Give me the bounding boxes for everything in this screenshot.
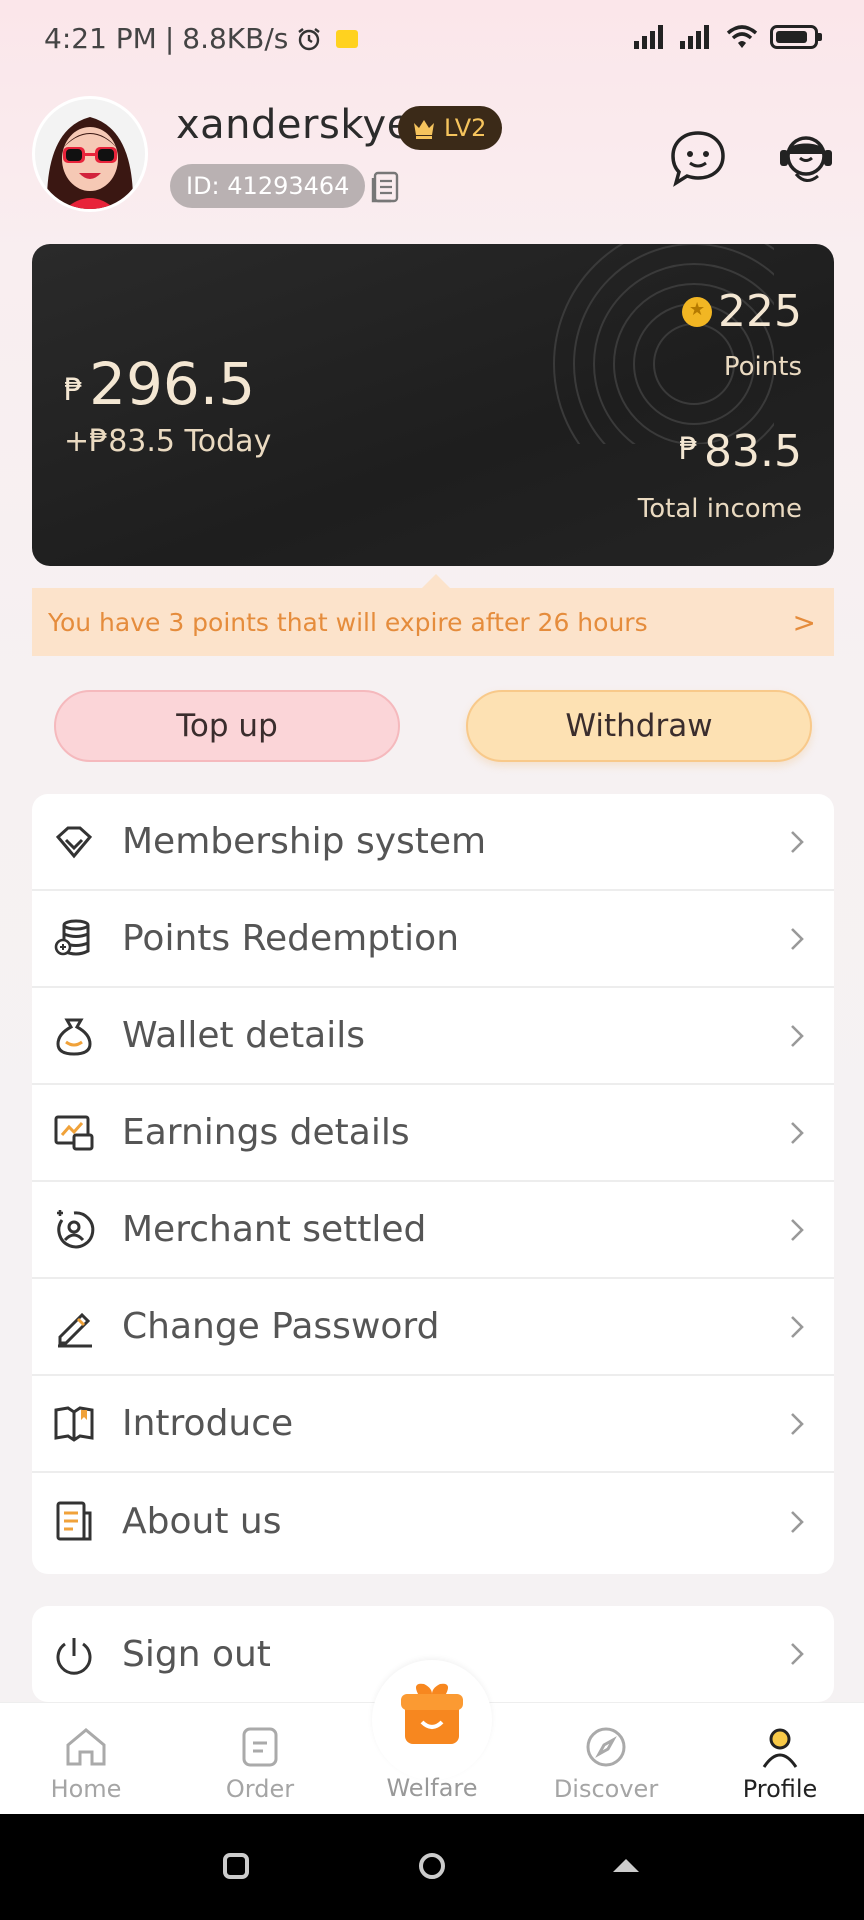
menu-item-wallet-details[interactable]: Wallet details	[32, 988, 834, 1085]
menu-label: Introduce	[122, 1403, 294, 1444]
money-bag-icon	[56, 1018, 92, 1056]
signal-icon	[680, 25, 709, 49]
status-separator: |	[164, 22, 175, 55]
chevron-right-icon	[791, 1315, 804, 1338]
avatar[interactable]	[32, 96, 148, 212]
alarm-icon	[298, 27, 321, 50]
income-row: ₱ 83.5	[679, 426, 802, 477]
merchant-user-icon	[57, 1210, 95, 1249]
coin-icon	[682, 296, 713, 327]
nav-label: Discover	[553, 1775, 659, 1803]
points-value: 225	[718, 286, 802, 337]
chevron-right-icon	[791, 830, 804, 853]
nav-welfare[interactable]	[372, 1660, 492, 1780]
chart-screen-icon	[54, 1115, 94, 1151]
pencil-icon	[58, 1312, 92, 1348]
menu-label: About us	[122, 1501, 282, 1542]
chevron-right-icon	[791, 1510, 804, 1533]
status-time: 4:21 PM	[44, 22, 157, 55]
wifi-icon	[726, 25, 758, 48]
nav-home[interactable]: Home	[26, 1723, 146, 1803]
wallet-balance: ₱ 296.5	[64, 350, 255, 418]
currency-symbol: ₱	[64, 373, 84, 408]
menu-label: Membership system	[122, 821, 487, 862]
diamond-icon	[55, 826, 93, 859]
menu-item-points-redemption[interactable]: Points Redemption	[32, 891, 834, 988]
points-row[interactable]: 225	[682, 286, 802, 337]
withdraw-button[interactable]: Withdraw	[466, 690, 812, 762]
menu-item-about-us[interactable]: About us	[32, 1473, 834, 1570]
level-badge: LV2	[398, 106, 503, 150]
nav-order[interactable]: Order	[200, 1723, 320, 1803]
chevron-right-icon	[791, 1218, 804, 1241]
document-icon	[56, 1501, 92, 1541]
income-value: 83.5	[704, 426, 802, 477]
nav-label: Home	[50, 1775, 122, 1803]
menu-list: Membership system Points Redemption Wall…	[32, 794, 834, 1574]
message-badge-icon	[336, 29, 359, 48]
menu-item-change-password[interactable]: Change Password	[32, 1279, 834, 1376]
chevron-right-icon	[791, 1643, 804, 1665]
chevron-right-icon: >	[792, 605, 816, 639]
battery-icon	[770, 25, 822, 49]
menu-item-introduce[interactable]: Introduce	[32, 1376, 834, 1473]
customer-service-icon[interactable]	[774, 128, 838, 188]
currency-symbol: ₱	[678, 432, 699, 467]
home-icon	[66, 1728, 106, 1766]
income-label: Total income	[637, 494, 802, 524]
chevron-right-icon	[791, 1024, 804, 1047]
notice-pointer	[422, 574, 450, 588]
nav-welfare-label: Welfare	[386, 1774, 478, 1802]
battery-fill	[776, 31, 807, 43]
menu-label: Earnings details	[122, 1112, 410, 1153]
points-expiry-notice[interactable]: You have 3 points that will expire after…	[32, 588, 834, 656]
status-right	[634, 24, 822, 50]
home-button-icon[interactable]	[416, 1850, 448, 1882]
nav-label: Order	[225, 1775, 295, 1803]
network-speed: 8.8KB/s	[182, 22, 289, 55]
menu-label: Wallet details	[122, 1015, 365, 1056]
crown-icon	[414, 120, 434, 139]
chevron-right-icon	[791, 927, 804, 950]
compass-icon	[586, 1727, 626, 1767]
balance-amount: 296.5	[89, 350, 256, 418]
username: xanderskye	[176, 102, 412, 148]
today-earnings: +₱83.5 Today	[64, 424, 272, 459]
status-bar: 4:21 PM | 8.8KB/s	[0, 0, 864, 80]
menu-item-membership-system[interactable]: Membership system	[32, 794, 834, 891]
signal-icon	[634, 25, 663, 49]
status-left: 4:21 PM | 8.8KB/s	[44, 22, 359, 55]
top-up-button[interactable]: Top up	[54, 690, 400, 762]
coin-stack-icon	[54, 919, 90, 956]
chevron-right-icon	[791, 1412, 804, 1435]
menu-label: Merchant settled	[122, 1209, 427, 1250]
menu-item-earnings-details[interactable]: Earnings details	[32, 1085, 834, 1182]
notice-text: You have 3 points that will expire after…	[48, 607, 648, 637]
level-text: LV2	[444, 114, 487, 142]
nav-discover[interactable]: Discover	[546, 1723, 666, 1803]
gift-icon	[401, 1683, 463, 1744]
menu-item-merchant-settled[interactable]: Merchant settled	[32, 1182, 834, 1279]
menu-label: Change Password	[122, 1306, 440, 1347]
nav-profile[interactable]: Profile	[720, 1723, 840, 1803]
menu-label: Points Redemption	[122, 918, 460, 959]
user-id: ID: 41293464	[170, 164, 366, 208]
nav-label: Profile	[742, 1775, 818, 1803]
wallet-card: ₱ 296.5 +₱83.5 Today 225 Points ₱ 83.5 T…	[32, 244, 834, 566]
chevron-right-icon	[791, 1121, 804, 1144]
points-label: Points	[723, 352, 802, 382]
book-icon	[54, 1406, 94, 1442]
order-icon	[242, 1727, 278, 1767]
sign-out-label: Sign out	[122, 1633, 271, 1675]
person-icon	[762, 1728, 798, 1768]
back-icon[interactable]	[610, 1850, 642, 1882]
copy-icon[interactable]	[370, 170, 400, 204]
avatar-image	[46, 117, 134, 209]
recent-apps-icon[interactable]	[220, 1850, 252, 1882]
android-navigation-bar	[0, 1814, 864, 1920]
chat-icon[interactable]	[668, 128, 728, 188]
card-decoration	[553, 244, 774, 444]
power-icon	[56, 1638, 92, 1675]
